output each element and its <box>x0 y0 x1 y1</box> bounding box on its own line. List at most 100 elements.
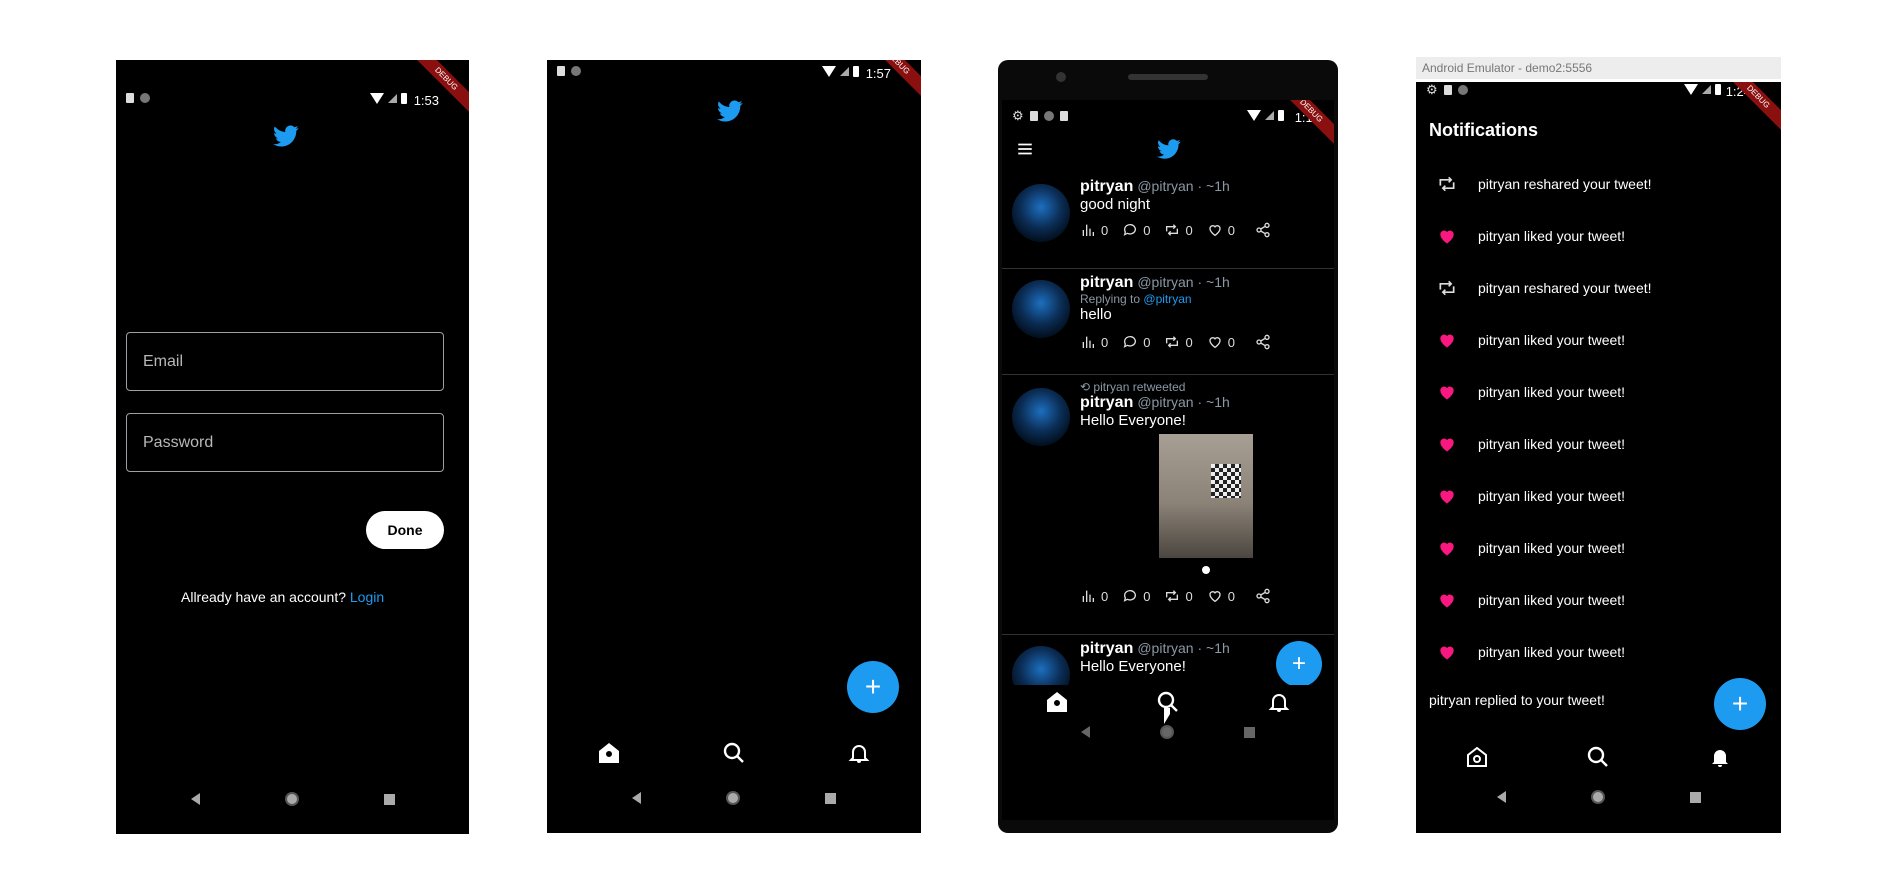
notification-item[interactable]: pitryan liked your tweet! <box>1416 630 1781 674</box>
status-bar: 1:57 <box>547 66 921 90</box>
screen-notifications: ⚙ 1:24 DEBUG Notifications pitryan resha… <box>1416 82 1781 833</box>
reply-action[interactable]: 0 <box>1122 222 1150 238</box>
share-icon[interactable] <box>1255 222 1271 238</box>
heart-outline-icon <box>1207 222 1223 238</box>
notification-text: pitryan liked your tweet! <box>1478 436 1626 452</box>
reply-action[interactable]: 0 <box>1122 334 1150 350</box>
heart-icon <box>1437 642 1457 662</box>
bell-filled-icon[interactable] <box>1708 745 1732 769</box>
home-system-icon[interactable] <box>726 791 740 805</box>
home-system-icon[interactable] <box>1160 725 1174 739</box>
home-icon[interactable] <box>597 741 621 765</box>
views-action[interactable]: 0 <box>1080 334 1108 350</box>
compose-fab[interactable]: + <box>1276 641 1322 687</box>
status-icons-right <box>1684 84 1721 95</box>
avatar[interactable] <box>1012 388 1070 446</box>
reply-prefix: Replying to <box>1080 292 1141 306</box>
status-icons-left: ⚙ <box>1012 108 1068 123</box>
author-name: pitryan <box>1080 178 1134 195</box>
tweet-card[interactable]: pitryan @pitryan · ~1h Replying to @pitry… <box>1002 270 1334 375</box>
reply-count: 0 <box>1143 588 1151 604</box>
done-button[interactable]: Done <box>366 511 444 549</box>
back-icon[interactable] <box>632 792 641 804</box>
battery-icon <box>853 66 859 77</box>
views-action[interactable]: 0 <box>1080 222 1108 238</box>
recents-icon[interactable] <box>1689 791 1701 803</box>
home-system-icon[interactable] <box>284 792 299 806</box>
bell-icon[interactable] <box>1267 690 1291 714</box>
reply-action[interactable]: 0 <box>1122 588 1150 604</box>
search-icon[interactable] <box>722 741 746 765</box>
cell-icon <box>1265 111 1274 120</box>
like-count: 0 <box>1227 588 1235 604</box>
bell-icon[interactable] <box>847 741 871 765</box>
bottom-nav <box>1416 742 1781 772</box>
home-system-icon[interactable] <box>1590 790 1605 804</box>
like-action[interactable]: 0 <box>1207 222 1235 238</box>
notification-item[interactable]: pitryan reshared your tweet! <box>1416 162 1781 206</box>
menu-icon[interactable] <box>1016 140 1034 158</box>
notification-item[interactable]: pitryan liked your tweet! <box>1416 422 1781 466</box>
last-notification[interactable]: pitryan replied to your tweet! <box>1429 692 1605 708</box>
notification-item[interactable]: pitryan liked your tweet! <box>1416 578 1781 622</box>
back-icon[interactable] <box>190 793 200 805</box>
home-outline-icon[interactable] <box>1465 745 1489 769</box>
notification-item[interactable]: pitryan liked your tweet! <box>1416 370 1781 414</box>
share-icon[interactable] <box>1255 588 1271 604</box>
avatar[interactable] <box>1012 184 1070 242</box>
recents-icon[interactable] <box>383 793 395 805</box>
heart-outline-icon <box>1207 588 1223 604</box>
like-action[interactable]: 0 <box>1207 588 1235 604</box>
retweet-action[interactable]: 0 <box>1164 588 1193 604</box>
notification-item[interactable]: pitryan liked your tweet! <box>1416 474 1781 518</box>
notification-item[interactable]: pitryan reshared your tweet! <box>1416 266 1781 310</box>
email-input[interactable]: Email <box>126 332 444 391</box>
status-bar: ⚙ 1:24 <box>1416 83 1781 108</box>
login-prompt: Allready have an account? Login <box>181 589 384 605</box>
back-icon[interactable] <box>1496 791 1506 803</box>
image-tv <box>1211 464 1241 498</box>
tweet-author: pitryan @pitryan · ~1h <box>1080 274 1230 292</box>
like-count: 0 <box>1227 222 1235 238</box>
views-action[interactable]: 0 <box>1080 588 1108 604</box>
retweet-count: 0 <box>1185 222 1193 238</box>
tweet-actions: 0 0 0 0 <box>1080 588 1271 604</box>
password-input[interactable]: Password <box>126 413 444 472</box>
heart-icon <box>1437 434 1457 454</box>
share-icon[interactable] <box>1255 334 1271 350</box>
screen-home-empty: 1:57 DEBUG + <box>547 60 921 833</box>
recents-icon[interactable] <box>1244 726 1255 738</box>
wifi-icon <box>1684 84 1698 95</box>
home-icon[interactable] <box>1045 690 1069 714</box>
login-link[interactable]: Login <box>350 589 384 605</box>
search-icon[interactable] <box>1586 745 1610 769</box>
notification-item[interactable]: pitryan liked your tweet! <box>1416 526 1781 570</box>
compose-fab[interactable]: + <box>1714 678 1766 730</box>
reply-handle-link[interactable]: @pitryan <box>1143 292 1191 306</box>
tweet-card[interactable]: ⟲ pitryan retweeted pitryan @pitryan · ~1… <box>1002 376 1334 635</box>
notification-item[interactable]: pitryan liked your tweet! <box>1416 214 1781 258</box>
tweet-image[interactable] <box>1159 434 1253 558</box>
avatar[interactable] <box>1012 280 1070 338</box>
tweet-actions: 0 0 0 0 <box>1080 222 1271 238</box>
retweet-action[interactable]: 0 <box>1164 222 1193 238</box>
recents-icon[interactable] <box>825 792 836 804</box>
notification-text: pitryan reshared your tweet! <box>1478 280 1652 296</box>
reply-count: 0 <box>1143 222 1151 238</box>
compose-fab[interactable]: + <box>847 661 899 713</box>
gear-icon: ⚙ <box>1012 108 1024 123</box>
retweet-icon <box>1164 334 1180 350</box>
twitter-bird-icon <box>273 123 299 149</box>
retweet-action[interactable]: 0 <box>1164 334 1193 350</box>
back-icon[interactable] <box>1081 726 1090 738</box>
tweet-author: pitryan @pitryan · ~1h <box>1080 394 1230 412</box>
notification-item[interactable]: pitryan liked your tweet! <box>1416 318 1781 362</box>
dot-icon <box>140 93 150 103</box>
like-action[interactable]: 0 <box>1207 334 1235 350</box>
like-count: 0 <box>1227 334 1235 350</box>
screen-login: 1:53 DEBUG Email Password Done Allready … <box>116 60 469 834</box>
phone-speaker <box>1128 74 1208 80</box>
emulator-title-bar: Android Emulator - demo2:5556 <box>1416 57 1781 79</box>
notification-text: pitryan liked your tweet! <box>1478 228 1626 244</box>
tweet-card[interactable]: pitryan @pitryan · ~1h good night 0 0 0 0 <box>1002 174 1334 269</box>
